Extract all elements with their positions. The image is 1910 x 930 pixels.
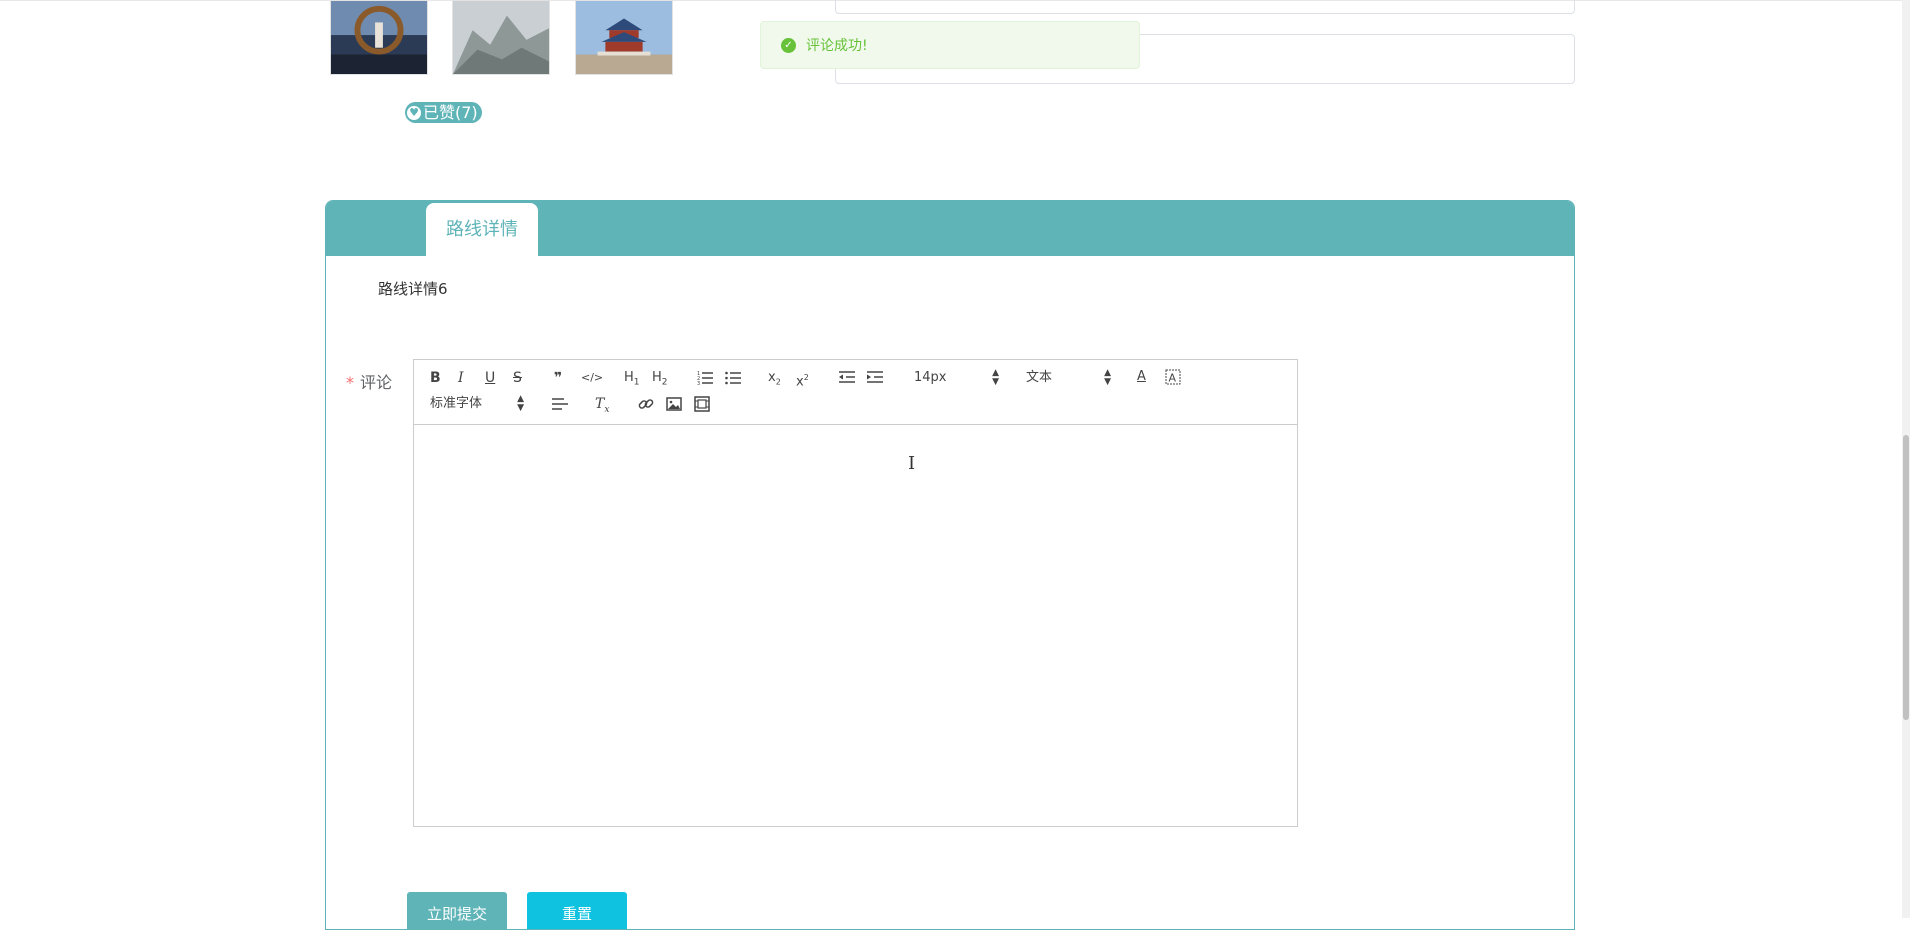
editor-content-area[interactable] (414, 425, 1297, 826)
align-icon[interactable] (552, 396, 568, 414)
ordered-list-icon[interactable]: 123 (697, 369, 713, 387)
h2-icon[interactable]: H2 (652, 369, 668, 388)
like-badge[interactable]: ♥ 已赞(7) (405, 102, 482, 123)
route-detail-text: 路线详情6 (378, 280, 448, 298)
route-detail-panel: 路线详情 路线详情6 * 评论 B I U S ❞ </> H1 H2 123 x… (325, 200, 1575, 930)
comment-label-text: 评论 (360, 373, 393, 392)
select-arrows-icon: ▲ ▼ (992, 368, 999, 387)
link-icon[interactable] (638, 396, 654, 414)
editor-toolbar: B I U S ❞ </> H1 H2 123 x2 x2 14px ▲ ▼ 文… (414, 360, 1297, 425)
comment-label: * 评论 (346, 369, 392, 393)
code-block-icon[interactable]: </> (581, 369, 603, 387)
gallery-thumbnail-1[interactable] (330, 0, 428, 75)
underline-icon[interactable]: U (485, 369, 495, 387)
video-icon[interactable] (694, 396, 710, 414)
bold-icon[interactable]: B (430, 369, 441, 387)
panel-header: 路线详情 (326, 201, 1574, 256)
header-select[interactable]: 文本 ▲ ▼ (1026, 369, 1111, 387)
success-toast: ✓ 评论成功! (760, 21, 1140, 69)
outdent-icon[interactable] (839, 369, 855, 387)
text-cursor-icon: I (908, 453, 916, 474)
select-arrows-icon: ▲ ▼ (517, 394, 524, 413)
scrollbar-thumb[interactable] (1903, 435, 1909, 720)
italic-icon[interactable]: I (458, 369, 464, 387)
select-arrows-icon: ▲ ▼ (1104, 368, 1111, 387)
svg-text:A: A (1169, 372, 1177, 385)
info-box-top (835, 0, 1575, 14)
svg-text:3: 3 (697, 381, 700, 385)
rich-text-editor: B I U S ❞ </> H1 H2 123 x2 x2 14px ▲ ▼ 文… (413, 359, 1298, 827)
submit-button[interactable]: 立即提交 (407, 892, 507, 929)
toast-message: 评论成功! (806, 38, 868, 54)
font-size-select-value: 14px (914, 370, 947, 385)
subscript-icon[interactable]: x2 (768, 369, 781, 387)
bullet-list-icon[interactable] (725, 369, 741, 387)
tab-route-detail[interactable]: 路线详情 (426, 203, 538, 256)
clean-format-icon[interactable]: Tx (595, 395, 609, 415)
heart-icon: ♥ (407, 105, 421, 120)
superscript-icon[interactable]: x2 (796, 369, 809, 389)
check-circle-icon: ✓ (781, 37, 796, 53)
indent-icon[interactable] (867, 369, 883, 387)
font-size-select[interactable]: 14px ▲ ▼ (914, 369, 999, 387)
font-color-icon[interactable]: A (1137, 368, 1146, 386)
gallery-thumbnail-2[interactable] (452, 0, 550, 75)
font-family-select[interactable]: 标准字体 ▲ ▼ (430, 395, 524, 413)
required-mark: * (346, 373, 354, 392)
h1-icon[interactable]: H1 (624, 369, 640, 388)
like-badge-label: 已赞(7) (423, 103, 478, 122)
reset-button[interactable]: 重置 (527, 892, 627, 929)
blockquote-icon[interactable]: ❞ (554, 369, 562, 387)
gallery-thumbnail-3[interactable] (575, 0, 673, 75)
header-select-value: 文本 (1026, 370, 1053, 385)
background-color-icon[interactable]: A (1165, 369, 1181, 387)
font-family-select-value: 标准字体 (430, 396, 483, 411)
strike-icon[interactable]: S (513, 369, 522, 387)
image-icon[interactable] (666, 396, 682, 414)
